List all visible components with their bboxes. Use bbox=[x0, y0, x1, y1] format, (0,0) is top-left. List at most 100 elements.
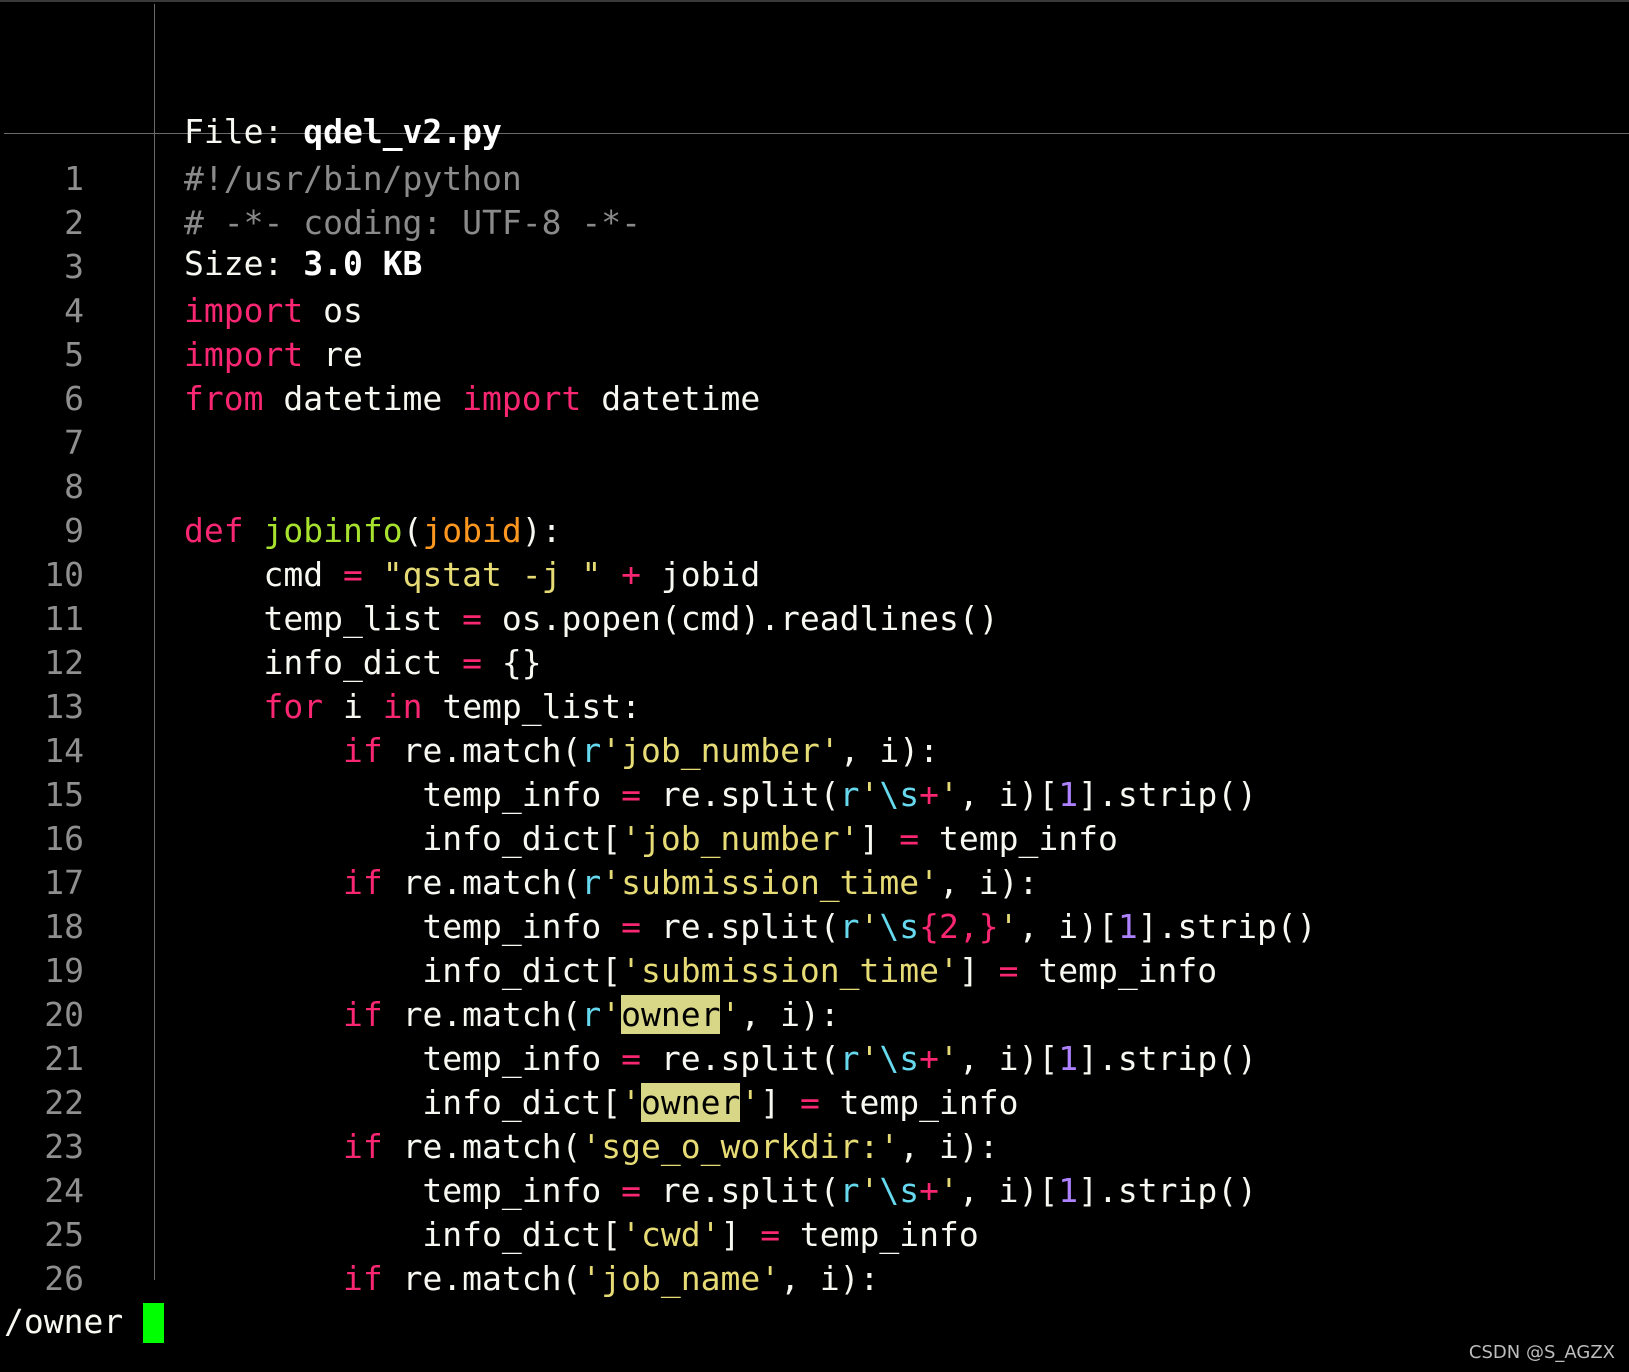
code-token: re.match( bbox=[382, 731, 582, 770]
code-line[interactable]: 18 temp_info = re.split(r'\s{2,}', i)[1]… bbox=[0, 905, 1629, 949]
code-token: temp_info bbox=[780, 1215, 979, 1254]
code-token: re.split( bbox=[640, 1171, 840, 1210]
line-source: if re.match(r'job_number', i): bbox=[184, 729, 939, 773]
code-line[interactable]: 6 from datetime import datetime bbox=[0, 377, 1629, 421]
code-token: = bbox=[462, 599, 483, 638]
code-token: temp_info bbox=[819, 1083, 1019, 1122]
code-token: 'cwd' bbox=[621, 1215, 721, 1254]
line-number: 2 bbox=[64, 203, 84, 242]
line-source: info_dict['cwd'] = temp_info bbox=[184, 1213, 979, 1257]
code-token: = bbox=[621, 775, 641, 814]
line-source: # -*- coding: UTF-8 -*- bbox=[184, 201, 641, 245]
code-line[interactable]: 20 if re.match(r'owner', i): bbox=[0, 993, 1629, 1037]
code-token: ' bbox=[939, 775, 959, 814]
file-info-row: File: qdel_v2.py bbox=[184, 110, 502, 154]
code-line[interactable]: 21 temp_info = re.split(r'\s+', i)[1].st… bbox=[0, 1037, 1629, 1081]
code-token: , i): bbox=[839, 731, 940, 770]
code-line[interactable]: 14 if re.match(r'job_number', i): bbox=[0, 729, 1629, 773]
code-token: os.popen(cmd).readlines() bbox=[482, 599, 999, 638]
code-line[interactable]: 23 if re.match('sge_o_workdir:', i): bbox=[0, 1125, 1629, 1169]
code-line[interactable]: 19 info_dict['submission_time'] = temp_i… bbox=[0, 949, 1629, 993]
code-line[interactable]: 25 info_dict['cwd'] = temp_info bbox=[0, 1213, 1629, 1257]
code-token: ): bbox=[521, 511, 562, 550]
code-line[interactable]: 1 #!/usr/bin/python bbox=[0, 157, 1629, 201]
code-line[interactable]: 8 bbox=[0, 465, 1629, 509]
code-token: = bbox=[799, 1083, 820, 1122]
code-line[interactable]: 26 if re.match('job_name', i): bbox=[0, 1257, 1629, 1301]
code-line[interactable]: 2 # -*- coding: UTF-8 -*- bbox=[0, 201, 1629, 245]
line-source: temp_info = re.split(r'\s+', i)[1].strip… bbox=[184, 1169, 1257, 1213]
code-token: if bbox=[342, 863, 383, 902]
code-token: = bbox=[462, 643, 483, 682]
code-token: r bbox=[839, 1039, 860, 1078]
code-token: if bbox=[342, 1127, 383, 1166]
code-token: {} bbox=[482, 643, 542, 682]
code-token: info_dict[ bbox=[184, 1215, 622, 1254]
code-token: ' bbox=[601, 995, 622, 1034]
code-token: jobid bbox=[641, 555, 761, 594]
code-token: for bbox=[263, 687, 324, 726]
code-token: 'job_name' bbox=[581, 1259, 781, 1298]
code-token: 'submission_time' bbox=[601, 863, 940, 902]
code-token: = bbox=[760, 1215, 781, 1254]
code-line[interactable]: 4 import os bbox=[0, 289, 1629, 333]
code-token: re.split( bbox=[640, 1039, 840, 1078]
code-token: re.match( bbox=[382, 863, 582, 902]
line-source: temp_list = os.popen(cmd).readlines() bbox=[184, 597, 999, 641]
code-line[interactable]: 11 temp_list = os.popen(cmd).readlines() bbox=[0, 597, 1629, 641]
code-token: if bbox=[342, 731, 383, 770]
code-line[interactable]: 10 cmd = "qstat -j " + jobid bbox=[0, 553, 1629, 597]
search-match: owner bbox=[621, 995, 721, 1034]
code-token: "qstat -j " bbox=[382, 555, 602, 594]
line-source: import os bbox=[184, 289, 363, 333]
search-command-line[interactable]: /owner bbox=[4, 1300, 123, 1344]
code-token: , i)[ bbox=[1018, 907, 1118, 946]
code-line[interactable]: 13 for i in temp_list: bbox=[0, 685, 1629, 729]
code-token: \s bbox=[879, 907, 920, 946]
line-number: 5 bbox=[64, 335, 84, 374]
code-token: ' bbox=[720, 995, 741, 1034]
line-source: def jobinfo(jobid): bbox=[184, 509, 562, 553]
code-token: r bbox=[839, 775, 860, 814]
top-border bbox=[0, 0, 1629, 2]
code-token: {2,} bbox=[919, 907, 999, 946]
code-line[interactable]: 24 temp_info = re.split(r'\s+', i)[1].st… bbox=[0, 1169, 1629, 1213]
code-token: re.split( bbox=[640, 907, 840, 946]
code-token: , i)[ bbox=[958, 775, 1059, 814]
code-token: ' bbox=[859, 1039, 880, 1078]
code-token: jobinfo bbox=[263, 511, 403, 550]
code-token: if bbox=[342, 1259, 383, 1298]
line-number: 26 bbox=[44, 1259, 84, 1298]
code-token: in bbox=[382, 687, 423, 726]
code-token: ].strip() bbox=[1078, 1171, 1257, 1210]
code-line[interactable]: 5 import re bbox=[0, 333, 1629, 377]
line-number: 3 bbox=[64, 247, 84, 286]
code-line[interactable]: 9 def jobinfo(jobid): bbox=[0, 509, 1629, 553]
code-token: import bbox=[462, 379, 582, 418]
code-view[interactable]: 1 #!/usr/bin/python 2 # -*- coding: UTF-8 -… bbox=[0, 157, 1629, 1301]
line-number: 6 bbox=[64, 379, 84, 418]
code-token: 'sge_o_workdir:' bbox=[581, 1127, 900, 1166]
code-token: ] bbox=[958, 951, 999, 990]
code-line[interactable]: 15 temp_info = re.split(r'\s+', i)[1].st… bbox=[0, 773, 1629, 817]
code-token: ' bbox=[859, 1171, 880, 1210]
code-line[interactable]: 7 bbox=[0, 421, 1629, 465]
code-token: cmd bbox=[184, 555, 343, 594]
code-line[interactable]: 17 if re.match(r'submission_time', i): bbox=[0, 861, 1629, 905]
line-number: 9 bbox=[64, 511, 84, 550]
code-token: = bbox=[621, 1039, 641, 1078]
code-token: r bbox=[581, 863, 602, 902]
code-token: ' bbox=[621, 1083, 641, 1122]
code-line[interactable]: 12 info_dict = {} bbox=[0, 641, 1629, 685]
code-line[interactable]: 3 bbox=[0, 245, 1629, 289]
code-line[interactable]: 16 info_dict['job_number'] = temp_info bbox=[0, 817, 1629, 861]
code-token: from bbox=[184, 379, 264, 418]
line-number: 19 bbox=[44, 951, 84, 990]
code-line[interactable]: 22 info_dict['owner'] = temp_info bbox=[0, 1081, 1629, 1125]
line-number: 23 bbox=[44, 1127, 84, 1166]
line-number: 18 bbox=[44, 907, 84, 946]
line-source: info_dict['submission_time'] = temp_info bbox=[184, 949, 1217, 993]
code-token: os bbox=[303, 291, 363, 330]
line-number: 4 bbox=[64, 291, 84, 330]
